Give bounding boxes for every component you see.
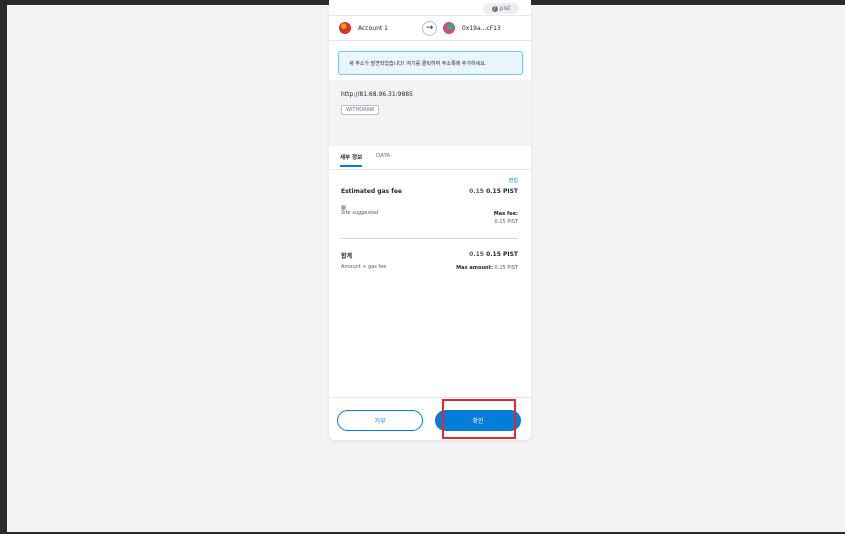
site-suggested-row: Site suggested Max fee: 0.15 PIST <box>341 210 518 225</box>
max-fee-value: 0.15 PIST <box>494 219 518 225</box>
tab-data[interactable]: DATA <box>376 153 390 163</box>
max-amount-value: 0.15 PIST <box>494 265 518 271</box>
account-transfer-row: Account 1 → 0x19a...cF13 <box>329 15 531 41</box>
origin-url: http://81.68.96.31:9885 <box>341 91 413 98</box>
question-icon: ? <box>491 5 498 12</box>
wallet-confirmation-popup: ? pist Account 1 → 0x19a...cF13 새 주소가 발견… <box>329 0 531 440</box>
recipient-avatar <box>443 22 455 34</box>
edit-gas-link[interactable]: 편집 <box>509 177 518 184</box>
recipient-address: 0x19a...cF13 <box>462 24 501 32</box>
total-row: 합계 0.15 0.15 PIST <box>341 251 518 260</box>
sender-avatar <box>339 22 351 34</box>
transaction-origin: http://81.68.96.31:9885 WITHDRAW <box>329 80 531 146</box>
network-selector[interactable]: ? pist <box>483 3 519 14</box>
total-value: 0.15 0.15 PIST <box>469 251 518 258</box>
gas-fee-value: 0.15 0.15 PIST <box>469 188 518 195</box>
new-address-notice[interactable]: 새 주소가 발견되었습니다! 여기를 클릭하여 주소록에 추가하세요. <box>338 51 523 75</box>
network-row: ? pist <box>329 0 531 15</box>
max-fee: Max fee: 0.15 PIST <box>494 210 518 226</box>
amount-gas-row: Amount + gas fee Max amount: 0.15 PIST <box>341 264 518 272</box>
recipient-account[interactable]: 0x19a...cF13 <box>443 22 501 34</box>
site-suggested-label: Site suggested <box>341 210 379 216</box>
method-badge: WITHDRAW <box>341 105 380 115</box>
sender-account-name: Account 1 <box>358 24 388 32</box>
max-amount-label: Max amount: <box>456 265 493 271</box>
tab-details[interactable]: 세부 정보 <box>340 153 363 167</box>
reject-button[interactable]: 거부 <box>337 410 423 431</box>
detail-tabs: 세부 정보 DATA <box>329 146 531 170</box>
arrow-right-icon: → <box>422 21 437 36</box>
max-fee-label: Max fee: <box>493 211 518 217</box>
network-label: pist <box>499 5 511 12</box>
highlight-box <box>442 399 516 439</box>
sender-account[interactable]: Account 1 <box>339 22 388 34</box>
divider <box>341 238 518 239</box>
max-amount: Max amount: 0.15 PIST <box>456 264 518 272</box>
